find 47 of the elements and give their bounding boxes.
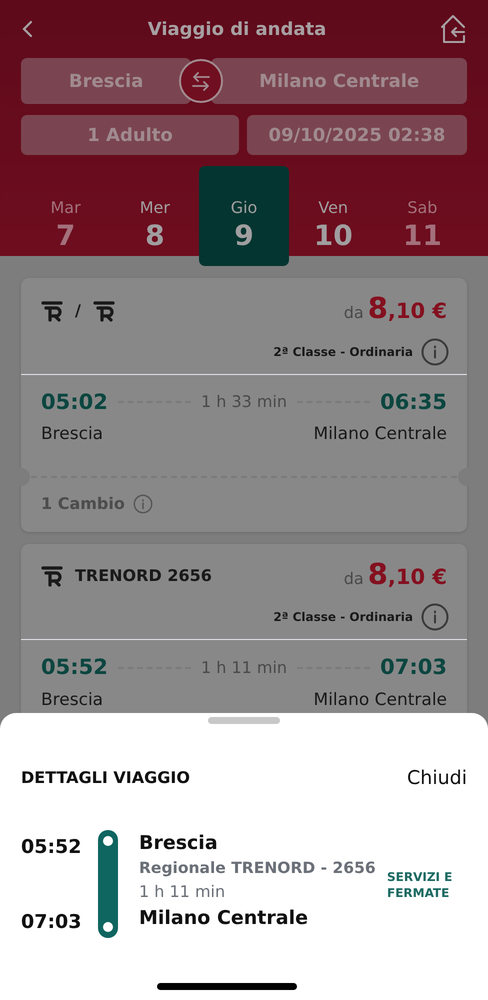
changes-count: 1 Cambio: [41, 492, 125, 514]
departure-station: Brescia: [139, 830, 219, 856]
arrival-station: Milano Centrale: [139, 906, 309, 932]
info-icon[interactable]: [421, 338, 449, 366]
departure-field[interactable]: Brescia: [21, 58, 192, 104]
screen-title: Viaggio di andata: [148, 18, 326, 42]
duration: 1 h 33 min: [200, 391, 288, 414]
departure-time: 05:52: [21, 834, 82, 860]
departure-station: Brescia: [41, 688, 104, 712]
drag-handle[interactable]: [208, 717, 280, 724]
sheet-title: DETTAGLI VIAGGIO: [21, 767, 190, 790]
train-logo-icon: [92, 300, 115, 322]
day-tab[interactable]: Ven 10: [288, 166, 378, 266]
price: 8,10 €: [368, 294, 447, 327]
passengers-field[interactable]: 1 Adulto: [21, 115, 239, 155]
arrival-time: 07:03: [21, 910, 82, 935]
services-stops-link[interactable]: SERVIZI E FERMATE: [387, 868, 467, 938]
train-logo-icon: [41, 565, 63, 588]
train-name: TRENORD 2656: [75, 565, 212, 588]
solution-card[interactable]: TRENORD 2656 da 8,10 € 2ª Classe - Ordinaria 05:52 1 h 11 min 07:03 Brescia Milano Centrale: [21, 544, 467, 713]
arrival-station: Milano Centrale: [314, 423, 447, 446]
fare-class: 2ª Classe - Ordinaria: [273, 344, 413, 360]
departure-station: Brescia: [41, 423, 104, 446]
home-exit-icon[interactable]: [438, 14, 467, 44]
arrival-time: 07:03: [380, 654, 448, 681]
date-time-field[interactable]: 09/10/2025 02:38: [247, 115, 467, 155]
price-prefix: da: [344, 568, 364, 590]
swap-icon: [191, 72, 212, 90]
train-name: Regionale TRENORD - 2656: [139, 858, 376, 879]
day-tab[interactable]: Gio 9: [199, 166, 289, 266]
duration: 1 h 11 min: [200, 656, 288, 679]
arrival-time: 06:35: [380, 388, 448, 416]
departure-time: 05:52: [41, 654, 108, 681]
duration: 1 h 11 min: [139, 881, 226, 904]
info-icon[interactable]: [132, 494, 153, 514]
info-icon[interactable]: [421, 603, 449, 631]
close-button[interactable]: Chiudi: [407, 764, 467, 792]
fare-class: 2ª Classe - Ordinaria: [273, 609, 413, 626]
arrival-field[interactable]: Milano Centrale: [211, 58, 468, 104]
day-tab[interactable]: Mer 8: [110, 166, 200, 266]
price-prefix: da: [344, 302, 364, 324]
train-name: /: [75, 300, 81, 322]
arrival-station: Milano Centrale: [314, 688, 447, 712]
price: 8,10 €: [368, 560, 447, 592]
train-logo-icon: [41, 300, 63, 322]
back-icon[interactable]: [21, 19, 35, 39]
departure-time: 05:02: [41, 388, 108, 416]
